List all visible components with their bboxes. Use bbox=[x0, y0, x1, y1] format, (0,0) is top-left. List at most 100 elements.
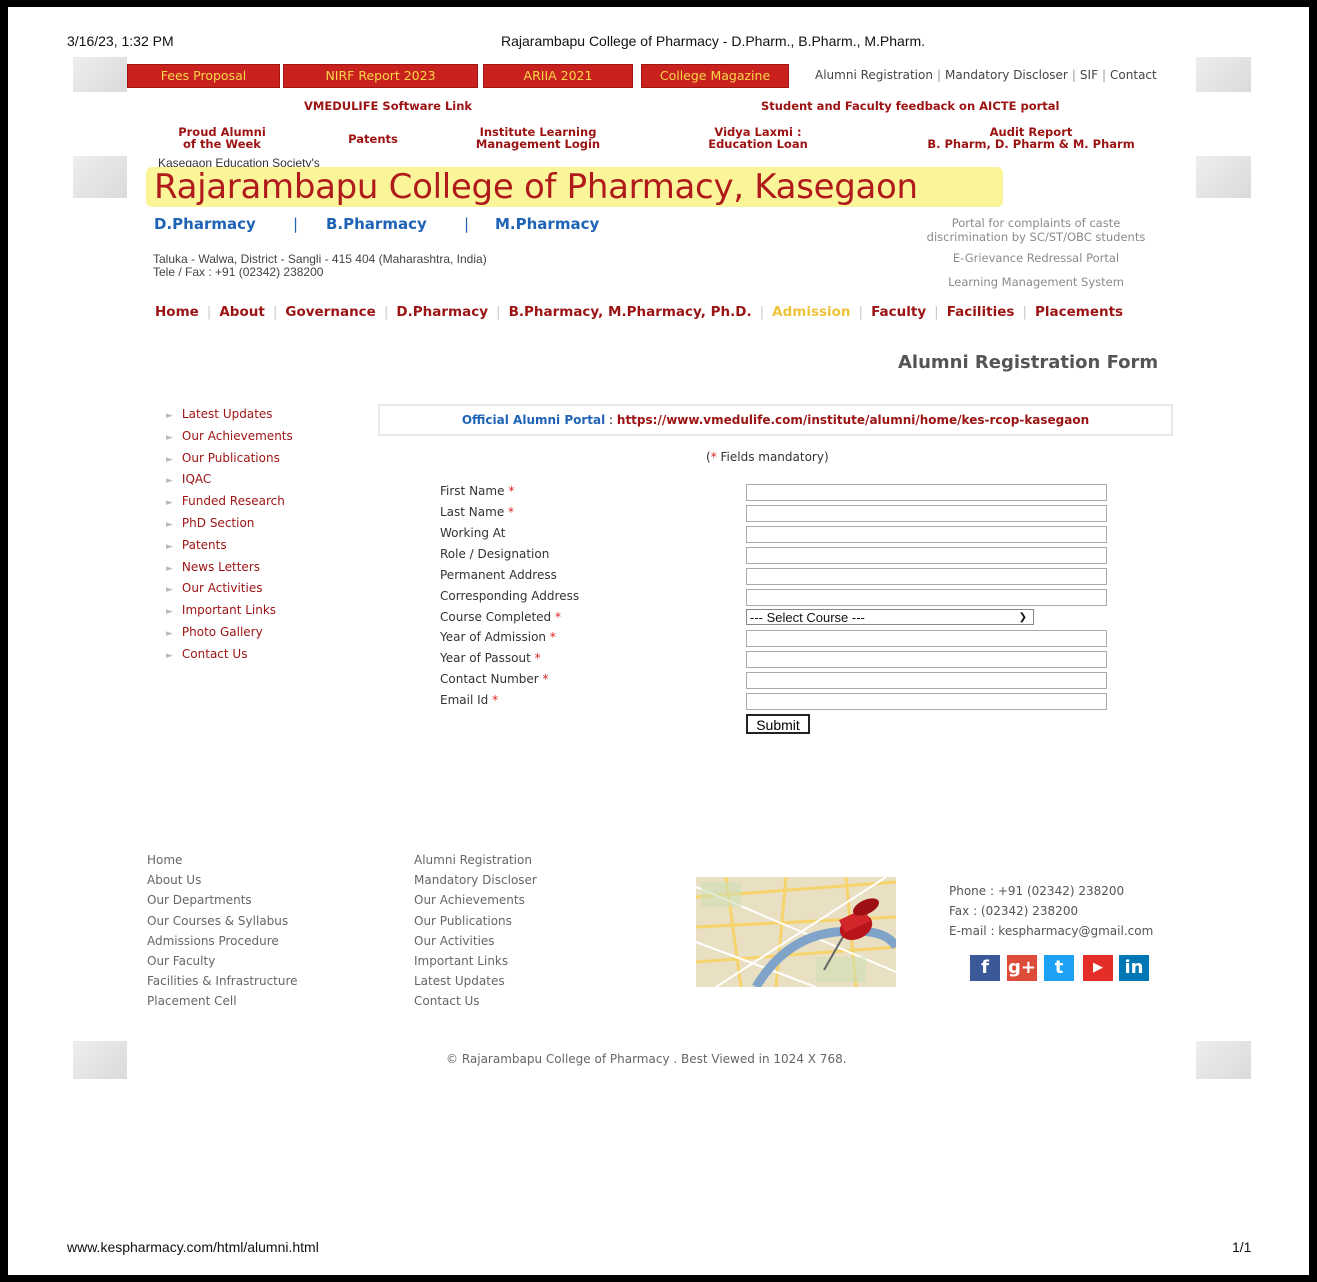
footer-email[interactable]: E-mail : kespharmacy@gmail.com bbox=[949, 924, 1153, 938]
location-map-image[interactable] bbox=[696, 877, 896, 987]
footer-link-departments[interactable]: Our Departments bbox=[147, 893, 298, 913]
google-plus-icon[interactable]: g+ bbox=[1007, 955, 1037, 981]
college-magazine-button[interactable]: College Magazine bbox=[641, 64, 789, 88]
nav-bpharmacy-mpharmacy-phd[interactable]: B.Pharmacy, M.Pharmacy, Ph.D. bbox=[509, 304, 752, 320]
footer-link-courses[interactable]: Our Courses & Syllabus bbox=[147, 914, 298, 934]
sidebar-item-label: PhD Section bbox=[181, 515, 255, 530]
nav-admission[interactable]: Admission bbox=[772, 304, 850, 320]
nav-faculty[interactable]: Faculty bbox=[871, 304, 926, 320]
sidebar-item-publications[interactable]: ► Our Publications bbox=[166, 451, 293, 473]
aicte-feedback-link[interactable]: Student and Faculty feedback on AICTE po… bbox=[761, 100, 1059, 112]
footer-link-faculty[interactable]: Our Faculty bbox=[147, 954, 298, 974]
print-doc-title: Rajarambapu College of Pharmacy - D.Phar… bbox=[501, 33, 926, 49]
working-at-label: Working At bbox=[440, 526, 506, 540]
alumni-portal-url[interactable]: https://www.vmedulife.com/institute/alum… bbox=[617, 413, 1089, 427]
sidebar-item-contact-us[interactable]: ► Contact Us bbox=[166, 647, 293, 669]
footer-link-achievements[interactable]: Our Achievements bbox=[414, 893, 537, 913]
sif-link[interactable]: SIF bbox=[1080, 68, 1098, 82]
permanent-address-input[interactable] bbox=[746, 568, 1107, 585]
egrievance-link[interactable]: E-Grievance Redressal Portal bbox=[906, 251, 1166, 265]
footer-link-activities[interactable]: Our Activities bbox=[414, 934, 537, 954]
year-of-admission-input[interactable] bbox=[746, 630, 1107, 647]
email-id-input[interactable] bbox=[746, 693, 1107, 710]
mandatory-discloser-link[interactable]: Mandatory Discloser bbox=[945, 68, 1068, 82]
course-select[interactable]: --- Select Course --- ❯ bbox=[746, 609, 1034, 625]
alumni-portal-colon: : bbox=[605, 413, 617, 427]
sidebar-item-iqac[interactable]: ► IQAC bbox=[166, 472, 293, 494]
year-of-admission-label: Year of Admission * bbox=[440, 630, 556, 644]
copyright: © Rajarambapu College of Pharmacy . Best… bbox=[446, 1052, 847, 1066]
contact-number-input[interactable] bbox=[746, 672, 1107, 689]
year-of-passout-input[interactable] bbox=[746, 651, 1107, 668]
sidebar-item-news-letters[interactable]: ► News Letters bbox=[166, 560, 293, 582]
sidebar-item-phd-section[interactable]: ► PhD Section bbox=[166, 516, 293, 538]
bpharmacy-link[interactable]: B.Pharmacy bbox=[326, 215, 427, 233]
alumni-registration-link[interactable]: Alumni Registration bbox=[815, 68, 933, 82]
footer-link-publications[interactable]: Our Publications bbox=[414, 914, 537, 934]
vmedulife-link[interactable]: VMEDULIFE Software Link bbox=[304, 100, 472, 112]
sidebar-item-patents[interactable]: ► Patents bbox=[166, 538, 293, 560]
vidya-laxmi-link[interactable]: Vidya Laxmi : Education Loan bbox=[698, 126, 818, 150]
patents-link[interactable]: Patents bbox=[338, 133, 408, 145]
footer-link-home[interactable]: Home bbox=[147, 853, 298, 873]
sidebar-item-important-links[interactable]: ► Important Links bbox=[166, 603, 293, 625]
sidebar-item-label: Our Achievements bbox=[181, 428, 293, 443]
mpharmacy-link[interactable]: M.Pharmacy bbox=[495, 215, 599, 233]
ariia-button[interactable]: ARIIA 2021 bbox=[483, 64, 633, 88]
audit-report-link[interactable]: Audit Report B. Pharm, D. Pharm & M. Pha… bbox=[911, 126, 1151, 150]
working-at-input[interactable] bbox=[746, 526, 1107, 543]
corresponding-address-input[interactable] bbox=[746, 589, 1107, 606]
caste-complaint-link[interactable]: Portal for complaints of caste discrimin… bbox=[906, 216, 1166, 244]
youtube-icon[interactable]: ▶ bbox=[1083, 955, 1113, 981]
submit-button[interactable]: Submit bbox=[746, 714, 810, 734]
vidya-laxmi-line2: Education Loan bbox=[708, 137, 808, 151]
contact-link[interactable]: Contact bbox=[1110, 68, 1157, 82]
sidebar-item-activities[interactable]: ► Our Activities bbox=[166, 581, 293, 603]
mandatory-note: (* Fields mandatory) bbox=[706, 450, 829, 464]
sidebar: ► Latest Updates ► Our Achievements ► Our P… bbox=[166, 407, 293, 669]
facebook-icon[interactable]: f bbox=[970, 955, 1000, 981]
top-links: Alumni Registration | Mandatory Discloser |… bbox=[815, 68, 1157, 82]
chevron-down-icon: ❯ bbox=[1018, 612, 1027, 623]
footer-link-facilities[interactable]: Facilities & Infrastructure bbox=[147, 974, 298, 994]
nav-home[interactable]: Home bbox=[155, 304, 199, 320]
sidebar-item-latest-updates[interactable]: ► Latest Updates bbox=[166, 407, 293, 429]
designation-input[interactable] bbox=[746, 547, 1107, 564]
footer-link-contact[interactable]: Contact Us bbox=[414, 994, 537, 1014]
linkedin-icon[interactable]: in bbox=[1119, 955, 1149, 981]
decor-block bbox=[73, 156, 127, 198]
nav-governance[interactable]: Governance bbox=[285, 304, 375, 320]
nav-facilities[interactable]: Facilities bbox=[947, 304, 1015, 320]
chevron-right-icon: ► bbox=[166, 432, 173, 443]
nav-dpharmacy[interactable]: D.Pharmacy bbox=[396, 304, 488, 320]
nav-placements[interactable]: Placements bbox=[1035, 304, 1123, 320]
sidebar-item-funded-research[interactable]: ► Funded Research bbox=[166, 494, 293, 516]
lms-login-link[interactable]: Institute Learning Management Login bbox=[463, 126, 613, 150]
last-name-input[interactable] bbox=[746, 505, 1107, 522]
sidebar-item-achievements[interactable]: ► Our Achievements bbox=[166, 429, 293, 451]
nirf-report-button[interactable]: NIRF Report 2023 bbox=[283, 64, 478, 88]
sidebar-item-photo-gallery[interactable]: ► Photo Gallery bbox=[166, 625, 293, 647]
chevron-right-icon: ► bbox=[166, 541, 173, 552]
proud-alumni-link[interactable]: Proud Alumni of the Week bbox=[166, 126, 278, 150]
address-line2: Tele / Fax : +91 (02342) 238200 bbox=[153, 265, 324, 279]
twitter-icon[interactable]: t bbox=[1044, 955, 1074, 981]
lms-link[interactable]: Learning Management System bbox=[906, 275, 1166, 289]
chevron-right-icon: ► bbox=[166, 607, 173, 618]
footer-link-about[interactable]: About Us bbox=[147, 873, 298, 893]
dpharmacy-link[interactable]: D.Pharmacy bbox=[154, 215, 256, 233]
fees-proposal-button[interactable]: Fees Proposal bbox=[127, 64, 280, 88]
nav-about[interactable]: About bbox=[219, 304, 264, 320]
footer-link-placement[interactable]: Placement Cell bbox=[147, 994, 298, 1014]
college-name: Rajarambapu College of Pharmacy, Kasegao… bbox=[154, 167, 918, 207]
sidebar-item-label: Important Links bbox=[181, 603, 277, 618]
sidebar-item-label: Latest Updates bbox=[181, 407, 273, 421]
footer-link-important[interactable]: Important Links bbox=[414, 954, 537, 974]
footer-link-admissions[interactable]: Admissions Procedure bbox=[147, 934, 298, 954]
footer-link-discloser[interactable]: Mandatory Discloser bbox=[414, 873, 537, 893]
sidebar-item-label: News Letters bbox=[181, 559, 260, 574]
first-name-input[interactable] bbox=[746, 484, 1107, 501]
footer-link-updates[interactable]: Latest Updates bbox=[414, 974, 537, 994]
footer-link-alumni[interactable]: Alumni Registration bbox=[414, 853, 537, 873]
corresponding-address-label: Corresponding Address bbox=[440, 589, 580, 603]
